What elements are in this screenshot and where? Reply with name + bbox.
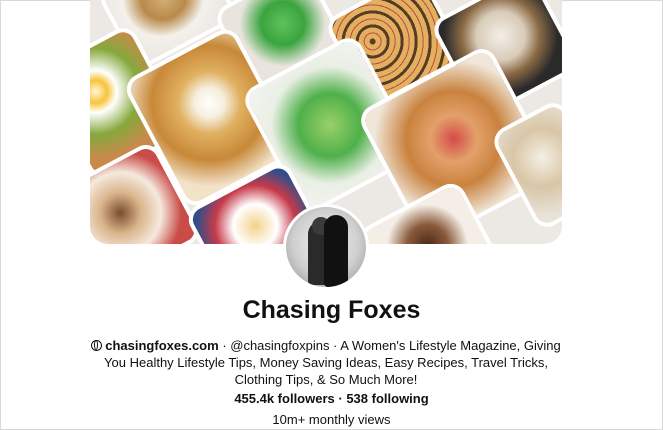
follow-stats: 455.4k followers · 538 following <box>0 391 663 406</box>
globe-icon <box>91 340 103 351</box>
stats-separator: · <box>334 391 347 406</box>
avatar-person-right <box>324 215 348 287</box>
monthly-views: 10m+ monthly views <box>272 412 391 427</box>
profile-description: chasingfoxes.com · @chasingfoxpins · A W… <box>90 337 562 388</box>
profile-avatar[interactable] <box>283 204 369 290</box>
following-count[interactable]: 538 following <box>346 391 428 406</box>
profile-name: Chasing Foxes <box>242 296 421 324</box>
website-link[interactable]: chasingfoxes.com <box>105 338 218 353</box>
followers-count[interactable]: 455.4k followers <box>234 391 334 406</box>
